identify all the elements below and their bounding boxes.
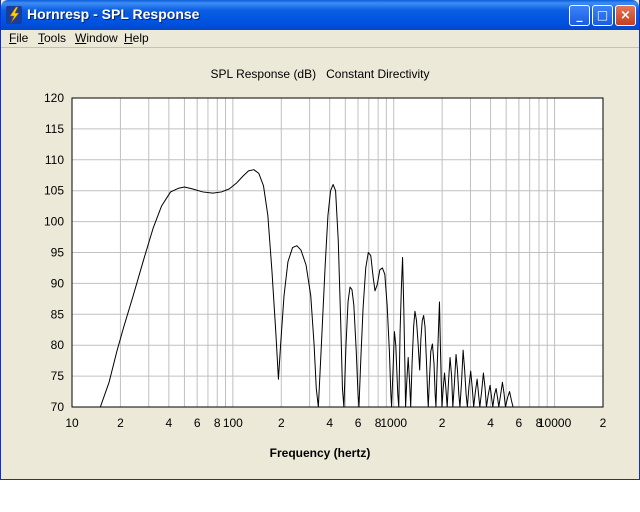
- y-tick-label: 70: [51, 400, 65, 414]
- menu-bar: File Tools Window Help: [1, 30, 639, 47]
- x-tick-label: 4: [487, 416, 494, 430]
- minimize-button[interactable]: _: [569, 5, 590, 26]
- lightning-bolt-icon: [6, 6, 22, 24]
- x-tick-label: 4: [326, 416, 333, 430]
- menu-help[interactable]: Help: [124, 31, 149, 45]
- window-title: Hornresp - SPL Response: [27, 6, 200, 22]
- x-tick-label: 10000: [538, 416, 572, 430]
- x-tick-label: 100: [223, 416, 243, 430]
- x-tick-label: 6: [194, 416, 201, 430]
- chart-title: SPL Response (dB) Constant Directivity: [211, 67, 430, 81]
- menu-help-rest: elp: [132, 31, 149, 45]
- y-tick-label: 105: [44, 184, 64, 198]
- x-tick-label: 4: [166, 416, 173, 430]
- menu-window-rest: indow: [86, 31, 118, 45]
- y-tick-label: 95: [51, 246, 65, 260]
- menu-file-rest: ile: [16, 31, 29, 45]
- x-tick-label: 6: [516, 416, 523, 430]
- menu-window-mnemonic: W: [75, 31, 87, 45]
- y-tick-label: 120: [44, 91, 64, 105]
- y-tick-label: 100: [44, 215, 64, 229]
- x-tick-label: 6: [355, 416, 362, 430]
- chart-area: 70 75 80 85 90 95 100 105 110 115 120 10 2 4 6 8 100 2 4 6 8…: [4, 48, 636, 476]
- close-button[interactable]: ×: [615, 5, 636, 26]
- x-tick-label: 1000: [380, 416, 407, 430]
- y-tick-label: 110: [45, 153, 64, 167]
- y-tick-label: 80: [51, 338, 65, 352]
- y-tick-label: 85: [51, 307, 65, 321]
- menu-window[interactable]: Window: [75, 31, 118, 45]
- x-tick-label: 2: [439, 416, 446, 430]
- x-tick-label: 10: [65, 416, 79, 430]
- menu-tools-rest: ools: [44, 31, 67, 45]
- y-tick-label: 115: [45, 122, 64, 136]
- x-tick-label: 2: [600, 416, 607, 430]
- spl-chart: 70758085909510010511011512010 2 4 6 8 100 2 4 6 8…: [44, 67, 607, 460]
- maximize-button[interactable]: □: [592, 5, 613, 26]
- desktop-strip: [0, 480, 640, 512]
- y-tick-label: 90: [51, 276, 65, 290]
- x-tick-label: 2: [278, 416, 285, 430]
- menu-tools[interactable]: Tools: [38, 31, 66, 45]
- y-tick-label: 75: [51, 369, 65, 383]
- x-axis-label: Frequency (hertz): [270, 446, 371, 460]
- app-window: Hornresp - SPL Response _ □ × File Tools…: [0, 0, 640, 480]
- x-tick-label: 2: [117, 416, 124, 430]
- menu-file[interactable]: File: [9, 31, 28, 45]
- title-bar[interactable]: Hornresp - SPL Response _ □ ×: [1, 0, 639, 30]
- menu-help-mnemonic: H: [124, 31, 133, 45]
- x-tick-label: 8: [214, 416, 221, 430]
